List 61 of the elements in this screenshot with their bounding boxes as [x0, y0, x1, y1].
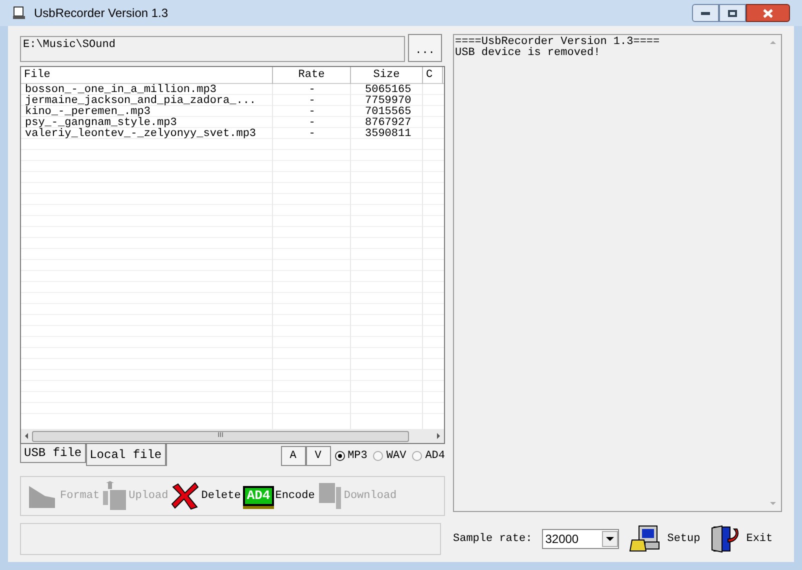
file-row[interactable]: bosson_-_one_in_a_million.mp3 - 5065165 — [21, 85, 423, 96]
scroll-right-icon — [437, 433, 440, 439]
table-cell-text: valeriy_leontev_-_zelyonyy_svet.mp3 — [24, 129, 258, 140]
table-cell-text: - — [308, 96, 316, 107]
column-header[interactable]: File — [21, 67, 273, 84]
window-title: UsbRecorder Version 1.3 — [34, 5, 168, 22]
format-radio[interactable] — [334, 451, 345, 461]
encode-button[interactable]: AD4 Encode — [242, 486, 315, 506]
minimize-icon — [701, 12, 710, 14]
door-icon — [710, 525, 740, 553]
log-line: USB device is removed! — [455, 48, 602, 59]
ad4-badge: AD4 — [242, 486, 274, 506]
close-button[interactable] — [746, 4, 790, 22]
path-field[interactable]: E:\Music\SOund — [20, 36, 405, 62]
table-cell-text: - — [308, 129, 316, 140]
file-row[interactable]: kino_-_peremen_.mp3 - 7015565 — [21, 107, 423, 118]
table-cell-text: 8767927 — [364, 118, 412, 129]
sample-rate-label: Sample rate: — [453, 532, 532, 547]
format-radio[interactable] — [412, 451, 422, 461]
column-header[interactable]: Size — [351, 67, 423, 84]
tab[interactable]: Local file — [86, 444, 167, 466]
table-cell-text: - — [308, 107, 316, 118]
column-header[interactable]: C — [423, 67, 443, 84]
table-cell-text: bosson_-_one_in_a_million.mp3 — [24, 85, 216, 96]
sort-button[interactable]: V — [306, 446, 331, 466]
maximize-button[interactable] — [719, 4, 746, 22]
format-label: AD4 — [425, 448, 445, 464]
file-row[interactable]: jermaine_jackson_and_pia_zadora_... - 7759970 — [21, 96, 423, 107]
sort-button[interactable]: A — [280, 446, 306, 466]
table-cell-text: 7015565 — [364, 107, 412, 118]
column-header[interactable]: Rate — [273, 67, 351, 84]
cross-icon — [170, 482, 200, 510]
exit-button[interactable]: Exit — [710, 525, 773, 553]
table-cell-text: jermaine_jackson_and_pia_zadora_... — [24, 96, 258, 107]
sample-rate-select[interactable]: 32000 — [542, 529, 620, 549]
delete-button[interactable]: Delete — [170, 482, 241, 510]
minimize-button[interactable] — [692, 4, 719, 22]
format-radio[interactable] — [373, 451, 384, 461]
table-cell-text: psy_-_gangnam_style.mp3 — [24, 118, 177, 129]
maximize-icon — [728, 10, 737, 16]
table-cell-text: - — [308, 118, 316, 129]
close-icon — [763, 8, 773, 18]
log-line: ====UsbRecorder Version 1.3==== — [455, 37, 661, 48]
scroll-down-icon — [770, 502, 776, 505]
app-icon — [12, 6, 26, 20]
scroll-left-icon — [25, 433, 28, 439]
browse-button[interactable]: ... — [408, 34, 442, 62]
phone-computer-icon — [629, 525, 662, 553]
tab[interactable]: USB file — [20, 444, 86, 463]
format-label: MP3 — [348, 448, 368, 464]
table-cell-text: 5065165 — [364, 85, 412, 96]
scroll-up-icon — [770, 41, 776, 44]
table-cell-text: kino_-_peremen_.mp3 — [24, 107, 150, 118]
file-row[interactable]: psy_-_gangnam_style.mp3 - 8767927 — [21, 118, 423, 129]
upload-icon — [102, 481, 128, 511]
setup-button[interactable]: Setup — [629, 525, 700, 553]
format-label: WAV — [386, 448, 406, 464]
table-cell-text: 3590811 — [364, 129, 412, 140]
file-row[interactable]: valeriy_leontev_-_zelyonyy_svet.mp3 - 3590811 — [21, 129, 423, 140]
table-cell-text: 7759970 — [364, 96, 412, 107]
table-cell-text: - — [308, 85, 316, 96]
